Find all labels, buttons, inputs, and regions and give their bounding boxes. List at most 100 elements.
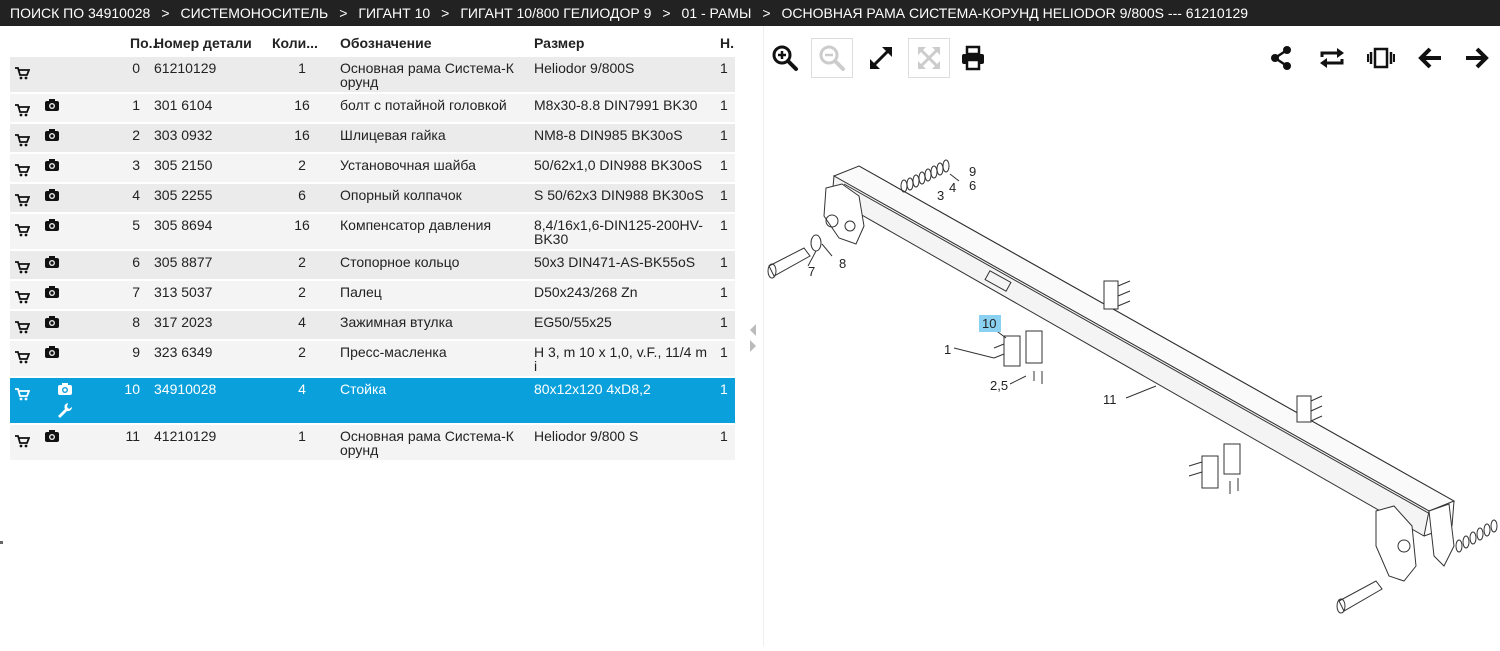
cart-icon[interactable] (14, 434, 30, 448)
cart-icon[interactable] (14, 103, 30, 117)
cart-cell[interactable] (10, 212, 40, 250)
cart-cell[interactable] (10, 249, 40, 280)
breadcrumb-gigant-10[interactable]: ГИГАНТ 10 (358, 0, 430, 26)
callout-7[interactable]: 7 (808, 264, 815, 279)
icons-cell[interactable] (40, 92, 90, 123)
table-row[interactable]: 1 301 6104 16 болт с потайной головкой M8x30… (10, 92, 735, 123)
cart-icon[interactable] (14, 260, 30, 274)
callout-1[interactable]: 1 (944, 342, 951, 357)
camera-icon[interactable] (57, 382, 73, 396)
header-cart (10, 30, 40, 56)
table-row[interactable]: 0 61210129 1 Основная рама Система-К орунд H… (10, 55, 735, 93)
icons-cell[interactable] (40, 339, 90, 377)
icons-cell[interactable] (40, 212, 90, 250)
name-cell: Основная рама Система-К орунд (336, 55, 530, 93)
cart-icon[interactable] (14, 387, 30, 401)
camera-icon[interactable] (44, 285, 60, 299)
pos-cell: 7 (90, 279, 150, 310)
breadcrumb-gigant-heliodor[interactable]: ГИГАНТ 10/800 ГЕЛИОДОР 9 (460, 0, 651, 26)
next-button[interactable] (1456, 38, 1498, 78)
callout-3[interactable]: 3 (937, 188, 944, 203)
cart-icon[interactable] (14, 163, 30, 177)
camera-icon[interactable] (44, 158, 60, 172)
callout-11[interactable]: 11 (1103, 392, 1117, 407)
cart-cell[interactable] (10, 339, 40, 377)
camera-icon[interactable] (44, 218, 60, 232)
breadcrumb-frames[interactable]: 01 - РАМЫ (682, 0, 752, 26)
header-qty[interactable]: Коли... (268, 30, 336, 56)
camera-icon[interactable] (44, 188, 60, 202)
camera-icon[interactable] (44, 128, 60, 142)
icons-cell[interactable] (40, 279, 90, 310)
callout-8[interactable]: 8 (839, 256, 846, 271)
table-row[interactable]: 4 305 2255 6 Опорный колпачок S 50/62x3 DIN9… (10, 182, 735, 213)
table-row[interactable]: 6 305 8877 2 Стопорное кольцо 50x3 DIN471-AS… (10, 249, 735, 280)
fit-reset-button[interactable] (908, 38, 950, 78)
cart-cell[interactable] (10, 423, 40, 460)
callout-6[interactable]: 6 (969, 178, 976, 193)
table-row[interactable]: 11 41210129 1 Основная рама Система-К орунд… (10, 423, 735, 460)
breadcrumb-separator: > (762, 5, 771, 21)
breadcrumb-search[interactable]: ПОИСК ПО 34910028 (10, 0, 150, 26)
camera-icon[interactable] (44, 315, 60, 329)
header-name[interactable]: Обозначение (336, 30, 530, 56)
cart-cell[interactable] (10, 55, 40, 93)
header-n[interactable]: Н... (716, 30, 735, 56)
header-pos[interactable]: По... (90, 30, 160, 56)
header-size[interactable]: Размер (530, 30, 716, 56)
icons-cell[interactable] (40, 309, 90, 340)
callout-9[interactable]: 9 (969, 164, 976, 179)
cart-cell[interactable] (10, 309, 40, 340)
cart-cell[interactable] (10, 182, 40, 213)
panel-splitter[interactable] (747, 318, 759, 358)
right-rings (1455, 519, 1498, 553)
camera-icon[interactable] (44, 429, 60, 443)
cart-icon[interactable] (14, 290, 30, 304)
callout-4[interactable]: 4 (949, 180, 956, 195)
zoom-in-button[interactable] (764, 38, 806, 78)
icons-cell[interactable] (40, 182, 90, 213)
icons-cell[interactable] (40, 249, 90, 280)
table-row[interactable]: 7 313 5037 2 Палец D50x243/268 Zn 1 (10, 279, 735, 310)
cart-cell[interactable] (10, 92, 40, 123)
wrench-icon[interactable] (57, 402, 73, 418)
size-cell: S 50/62x3 DIN988 BK30oS (530, 182, 716, 213)
repeat-button[interactable] (1311, 38, 1353, 78)
cart-cell[interactable] (10, 279, 40, 310)
table-row[interactable]: 3 305 2150 2 Установочная шайба 50/62x1,0 DI… (10, 152, 735, 183)
camera-icon[interactable] (44, 345, 60, 359)
table-row[interactable]: 8 317 2023 4 Зажимная втулка EG50/55x25 1 (10, 309, 735, 340)
cart-icon[interactable] (14, 350, 30, 364)
cart-icon[interactable] (14, 320, 30, 334)
table-row[interactable]: 10 34910028 4 Стойка 80x12x120 4xD8,2 1 (10, 376, 735, 424)
icons-cell[interactable] (40, 55, 90, 93)
icons-cell[interactable] (40, 423, 90, 460)
fit-expand-button[interactable] (860, 38, 902, 78)
icons-cell[interactable] (40, 152, 90, 183)
cart-icon[interactable] (14, 66, 30, 80)
table-row[interactable]: 9 323 6349 2 Пресс-масленка H 3, m 10 x 1,0,… (10, 339, 735, 377)
header-part-no[interactable]: Номер детали (150, 30, 268, 56)
table-row[interactable]: 2 303 0932 16 Шлицевая гайка NM8-8 DIN985 BK… (10, 122, 735, 153)
icons-cell[interactable] (40, 376, 90, 424)
camera-icon[interactable] (44, 98, 60, 112)
cart-cell[interactable] (10, 376, 40, 424)
print-button[interactable] (952, 38, 994, 78)
cart-cell[interactable] (10, 152, 40, 183)
previous-button[interactable] (1409, 38, 1451, 78)
n-cell: 1 (716, 249, 735, 280)
cart-icon[interactable] (14, 193, 30, 207)
share-button[interactable] (1260, 38, 1302, 78)
zoom-out-button[interactable] (811, 38, 853, 78)
part-no-cell: 323 6349 (150, 339, 268, 377)
callout-10[interactable]: 10 (982, 316, 996, 331)
cart-cell[interactable] (10, 122, 40, 153)
cart-icon[interactable] (14, 133, 30, 147)
table-row[interactable]: 5 305 8694 16 Компенсатор давления 8,4/16x1,… (10, 212, 735, 250)
cart-icon[interactable] (14, 223, 30, 237)
carousel-button[interactable] (1360, 38, 1402, 78)
icons-cell[interactable] (40, 122, 90, 153)
breadcrumb-system-carrier[interactable]: СИСТЕМОНОСИТЕЛЬ (181, 0, 329, 26)
camera-icon[interactable] (44, 255, 60, 269)
callout-2-5[interactable]: 2,5 (990, 378, 1008, 393)
